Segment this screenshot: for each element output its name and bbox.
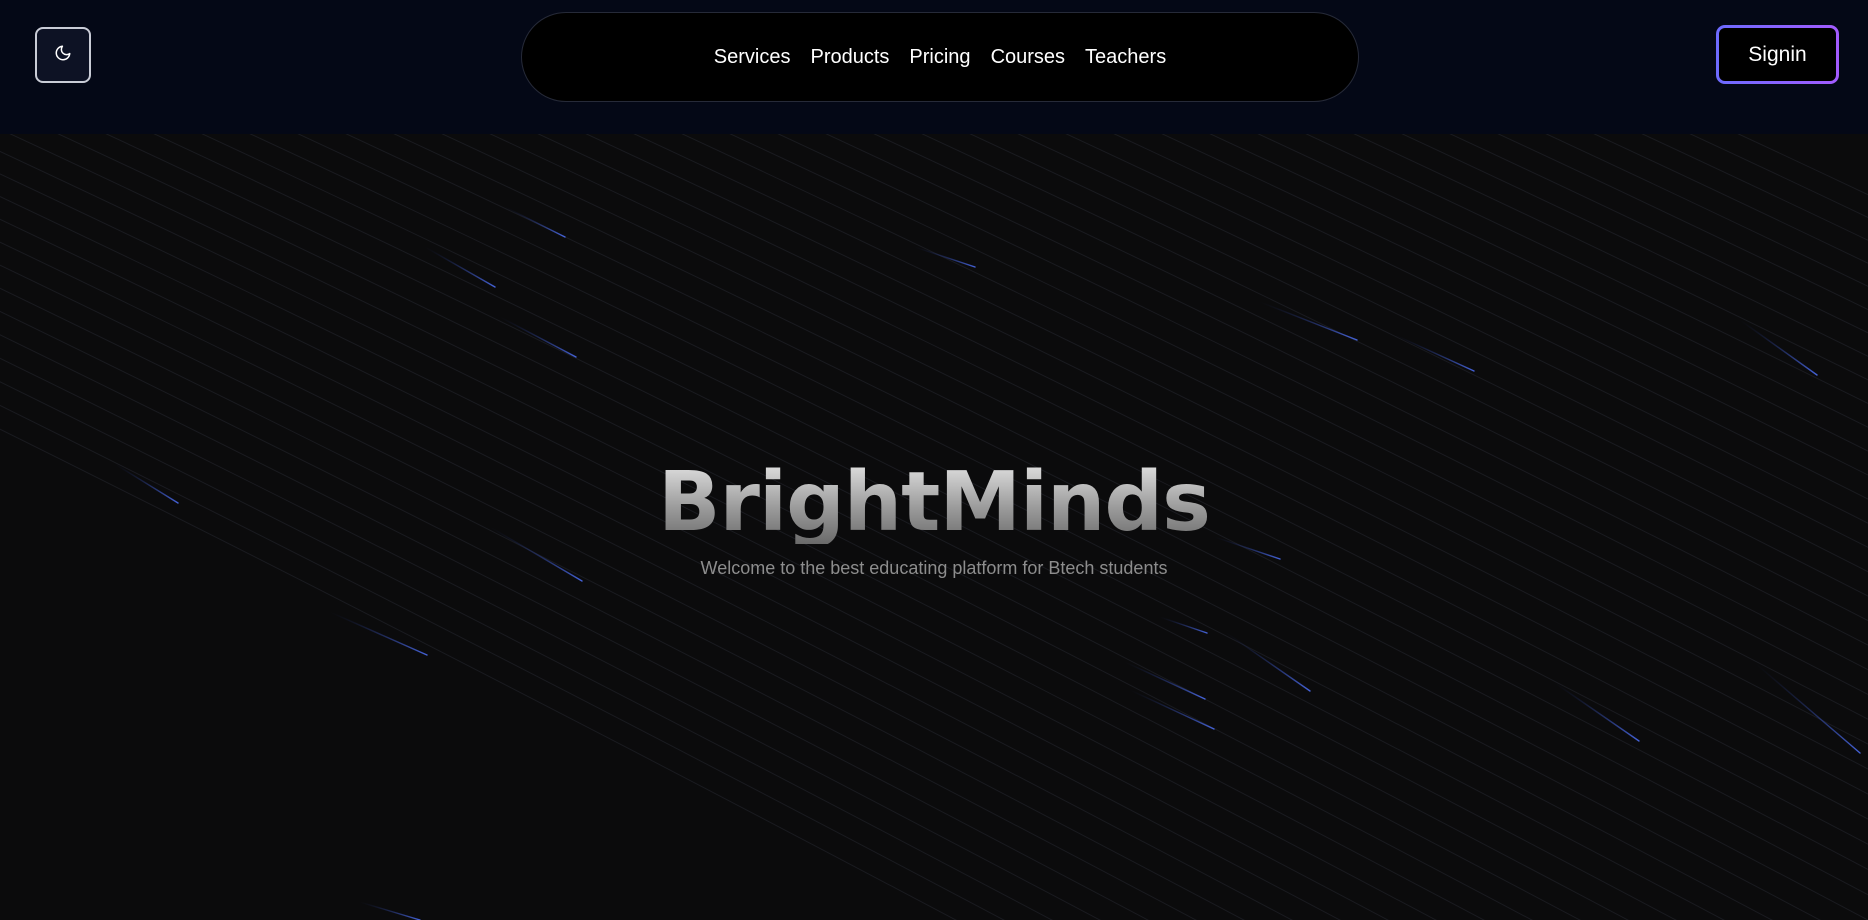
light-streak bbox=[504, 206, 566, 238]
nav-item-teachers[interactable]: Teachers bbox=[1085, 46, 1166, 69]
light-streak bbox=[359, 901, 421, 920]
hero-subtitle: Welcome to the best educating platform f… bbox=[700, 558, 1168, 578]
light-streak bbox=[1739, 319, 1818, 376]
nav-item-courses[interactable]: Courses bbox=[991, 46, 1065, 69]
header: Services Products Pricing Courses Teache… bbox=[0, 0, 1868, 134]
theme-toggle-button[interactable] bbox=[35, 27, 91, 83]
nav-item-pricing[interactable]: Pricing bbox=[909, 46, 970, 69]
light-streak bbox=[499, 316, 577, 358]
moon-icon bbox=[54, 44, 72, 67]
light-streak bbox=[329, 611, 428, 656]
light-streak bbox=[914, 246, 976, 268]
light-streak bbox=[1259, 301, 1358, 341]
main-nav: Services Products Pricing Courses Teache… bbox=[521, 12, 1359, 102]
signin-button[interactable]: Signin bbox=[1716, 25, 1839, 84]
light-streak bbox=[1754, 662, 1861, 754]
nav-item-services[interactable]: Services bbox=[714, 46, 791, 69]
hero-title: BrightMinds bbox=[0, 462, 1868, 544]
signin-label: Signin bbox=[1719, 28, 1836, 81]
light-streak bbox=[1129, 689, 1215, 730]
light-streak bbox=[1554, 682, 1640, 742]
hero: BrightMinds Welcome to the best educatin… bbox=[0, 462, 1868, 579]
page: Services Products Pricing Courses Teache… bbox=[0, 0, 1868, 920]
nav-item-products[interactable]: Products bbox=[810, 46, 889, 69]
